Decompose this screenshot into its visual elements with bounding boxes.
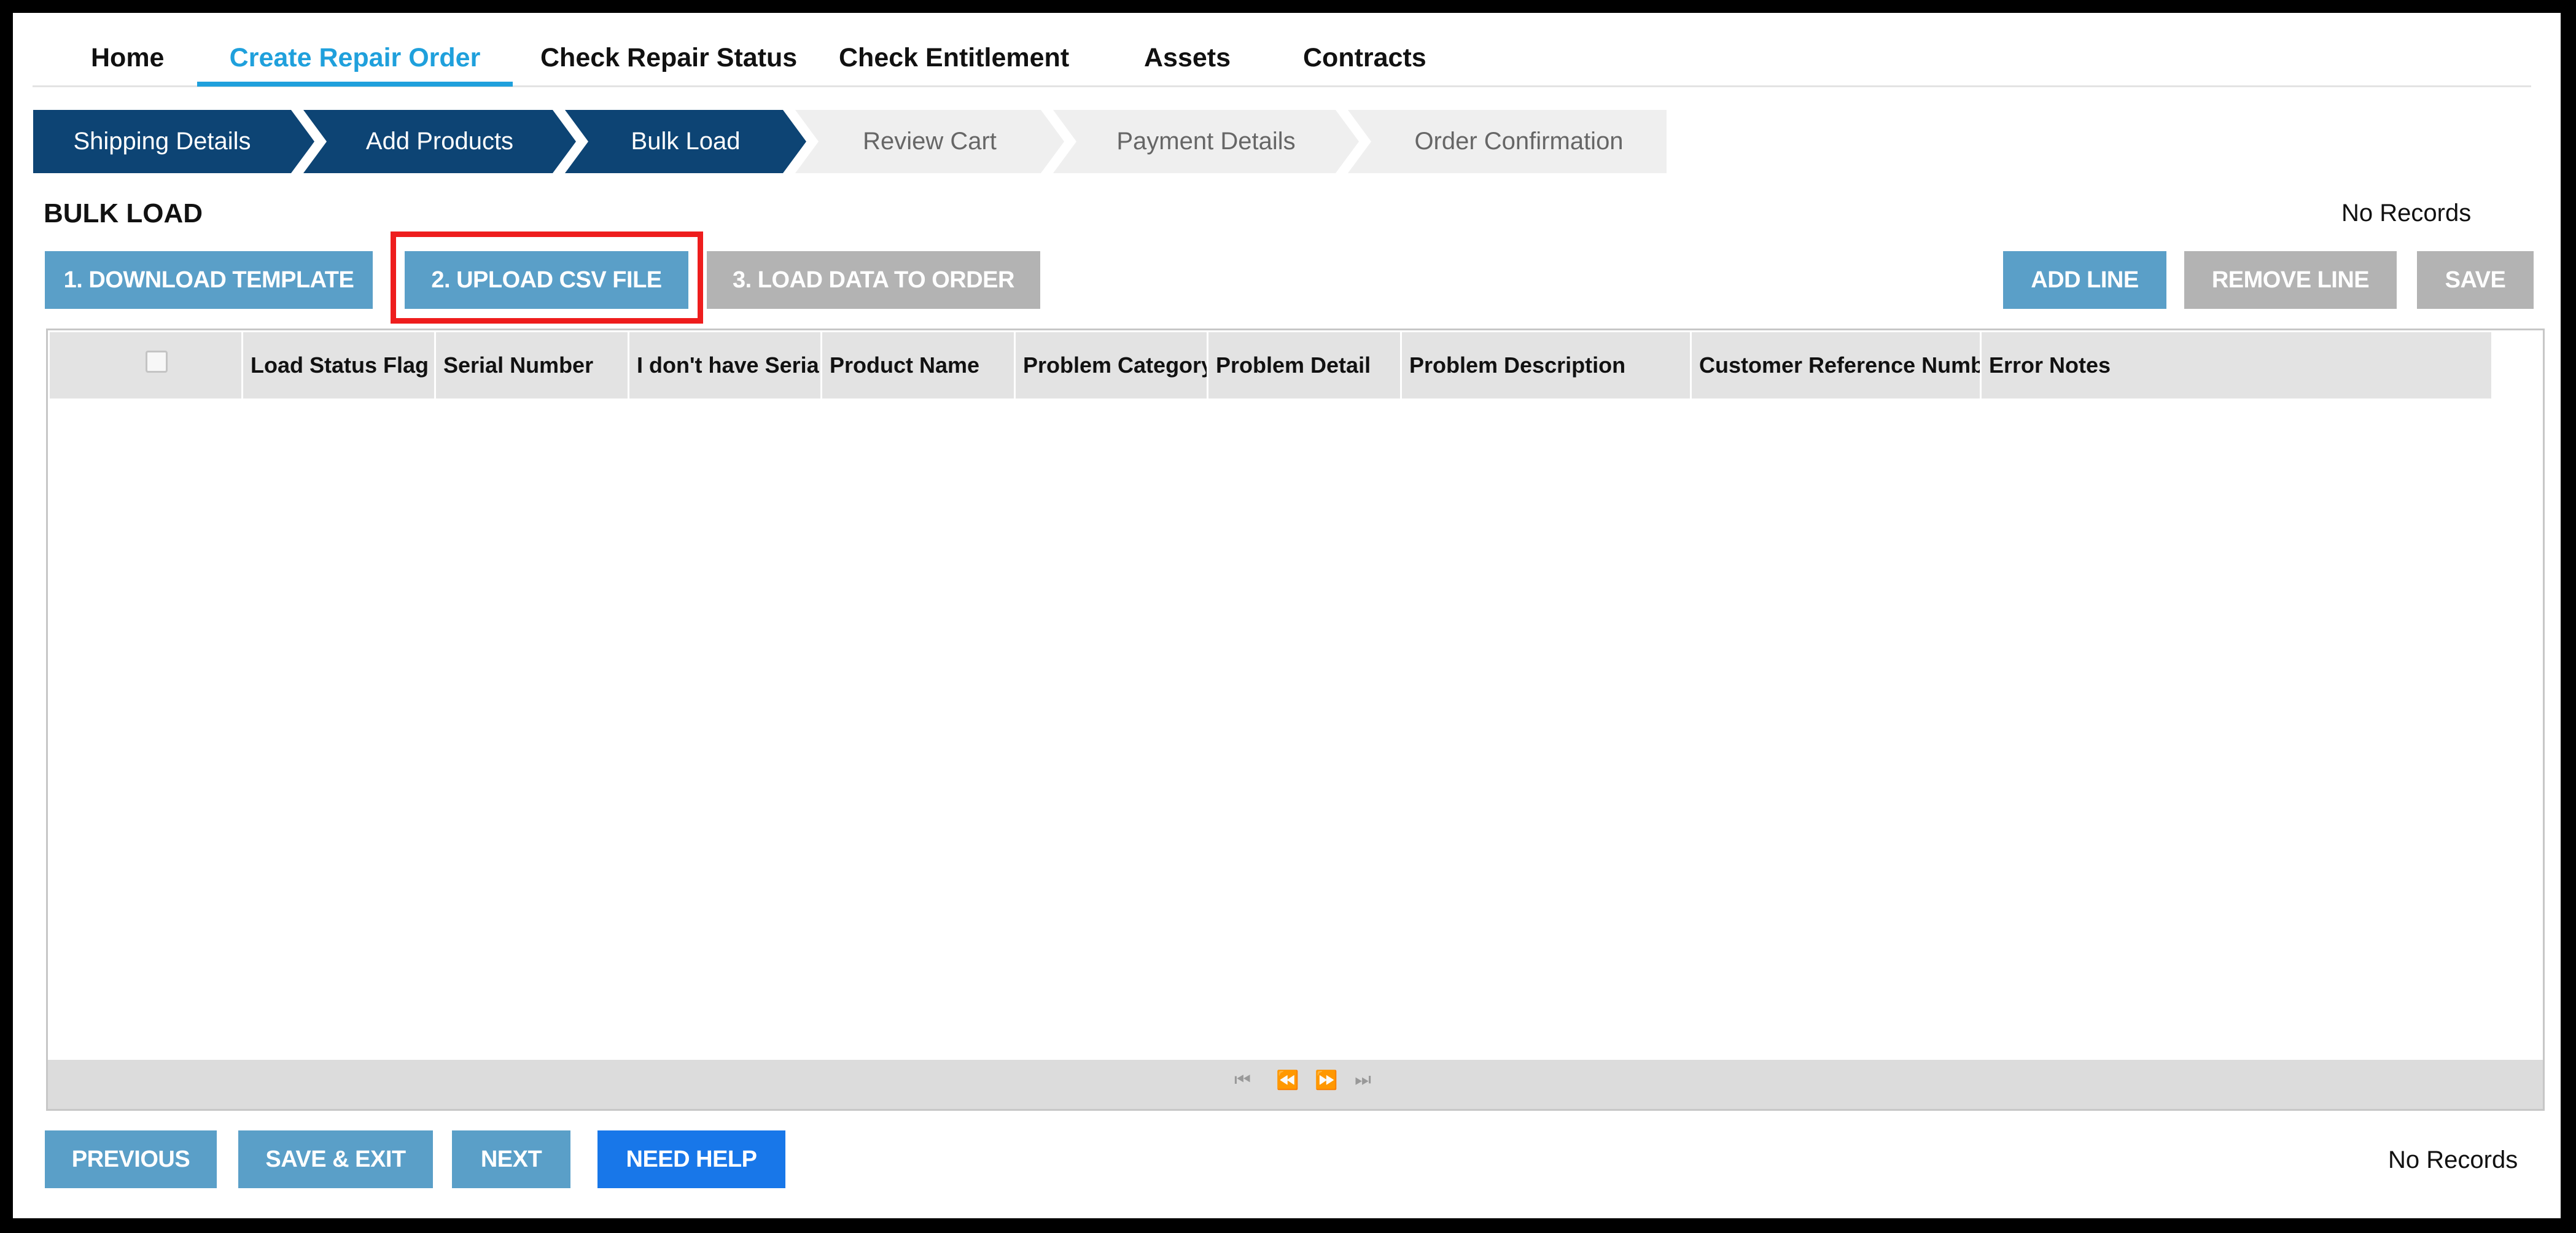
step-payment-details[interactable]: Payment Details bbox=[1053, 110, 1359, 173]
records-count-bottom: No Records bbox=[2388, 1146, 2518, 1173]
column-product-name[interactable]: Product Name bbox=[822, 332, 1016, 399]
step-label: Payment Details bbox=[1116, 128, 1296, 155]
column-no-serial[interactable]: I don't have Serial bbox=[629, 332, 822, 399]
nav-contracts[interactable]: Contracts bbox=[1303, 24, 1426, 85]
first-page-icon[interactable]: ⏮ bbox=[1234, 1070, 1251, 1091]
bulk-load-grid: Load Status Flag Serial Number I don't h… bbox=[46, 329, 2545, 1111]
column-serial-number[interactable]: Serial Number bbox=[436, 332, 629, 399]
need-help-button[interactable]: NEED HELP bbox=[597, 1130, 785, 1188]
grid-header: Load Status Flag Serial Number I don't h… bbox=[50, 332, 2491, 399]
wizard-steps: Shipping Details Add Products Bulk Load … bbox=[33, 110, 1667, 173]
prev-page-icon[interactable]: ⏪ bbox=[1276, 1070, 1299, 1091]
last-page-icon[interactable]: ⏭ bbox=[1355, 1070, 1371, 1091]
step-review-cart[interactable]: Review Cart bbox=[795, 110, 1064, 173]
previous-button[interactable]: PREVIOUS bbox=[45, 1130, 217, 1188]
records-count-top: No Records bbox=[2341, 200, 2472, 227]
next-page-icon[interactable]: ⏩ bbox=[1315, 1070, 1337, 1091]
step-label: Shipping Details bbox=[73, 128, 251, 155]
remove-line-button[interactable]: REMOVE LINE bbox=[2184, 251, 2397, 309]
column-error-notes[interactable]: Error Notes bbox=[1982, 332, 2491, 399]
column-problem-detail[interactable]: Problem Detail bbox=[1208, 332, 1402, 399]
grid-pager: ⏮ ⏪ ⏩ ⏭ bbox=[48, 1060, 2543, 1109]
save-and-exit-button[interactable]: SAVE & EXIT bbox=[238, 1130, 433, 1188]
column-load-status-flag[interactable]: Load Status Flag bbox=[243, 332, 436, 399]
next-button[interactable]: NEXT bbox=[452, 1130, 570, 1188]
column-problem-category[interactable]: Problem Category bbox=[1016, 332, 1208, 399]
step-shipping-details[interactable]: Shipping Details bbox=[33, 110, 314, 173]
highlight-box bbox=[391, 231, 703, 324]
step-label: Order Confirmation bbox=[1414, 128, 1624, 155]
nav-check-repair-status[interactable]: Check Repair Status bbox=[540, 24, 797, 85]
add-line-button[interactable]: ADD LINE bbox=[2003, 251, 2166, 309]
step-add-products[interactable]: Add Products bbox=[303, 110, 576, 173]
column-customer-reference-number[interactable]: Customer Reference Number bbox=[1692, 332, 1982, 399]
step-label: Add Products bbox=[365, 128, 514, 155]
top-navigation: Home Create Repair Order Check Repair St… bbox=[33, 24, 2531, 87]
step-label: Bulk Load bbox=[631, 128, 741, 155]
page-title: BULK LOAD bbox=[44, 198, 203, 228]
step-bulk-load[interactable]: Bulk Load bbox=[565, 110, 806, 173]
load-data-to-order-button[interactable]: 3. LOAD DATA TO ORDER bbox=[707, 251, 1040, 309]
step-label: Review Cart bbox=[863, 128, 997, 155]
nav-create-repair-order[interactable]: Create Repair Order bbox=[197, 24, 513, 87]
app-window: Home Create Repair Order Check Repair St… bbox=[13, 13, 2561, 1218]
save-button[interactable]: SAVE bbox=[2417, 251, 2534, 309]
step-order-confirmation[interactable]: Order Confirmation bbox=[1348, 110, 1667, 173]
download-template-button[interactable]: 1. DOWNLOAD TEMPLATE bbox=[45, 251, 373, 309]
select-all-checkbox[interactable] bbox=[146, 351, 168, 373]
nav-home[interactable]: Home bbox=[91, 24, 164, 85]
nav-check-entitlement[interactable]: Check Entitlement bbox=[839, 24, 1069, 85]
nav-assets[interactable]: Assets bbox=[1144, 24, 1231, 85]
column-problem-description[interactable]: Problem Description bbox=[1402, 332, 1692, 399]
column-select bbox=[50, 332, 243, 399]
